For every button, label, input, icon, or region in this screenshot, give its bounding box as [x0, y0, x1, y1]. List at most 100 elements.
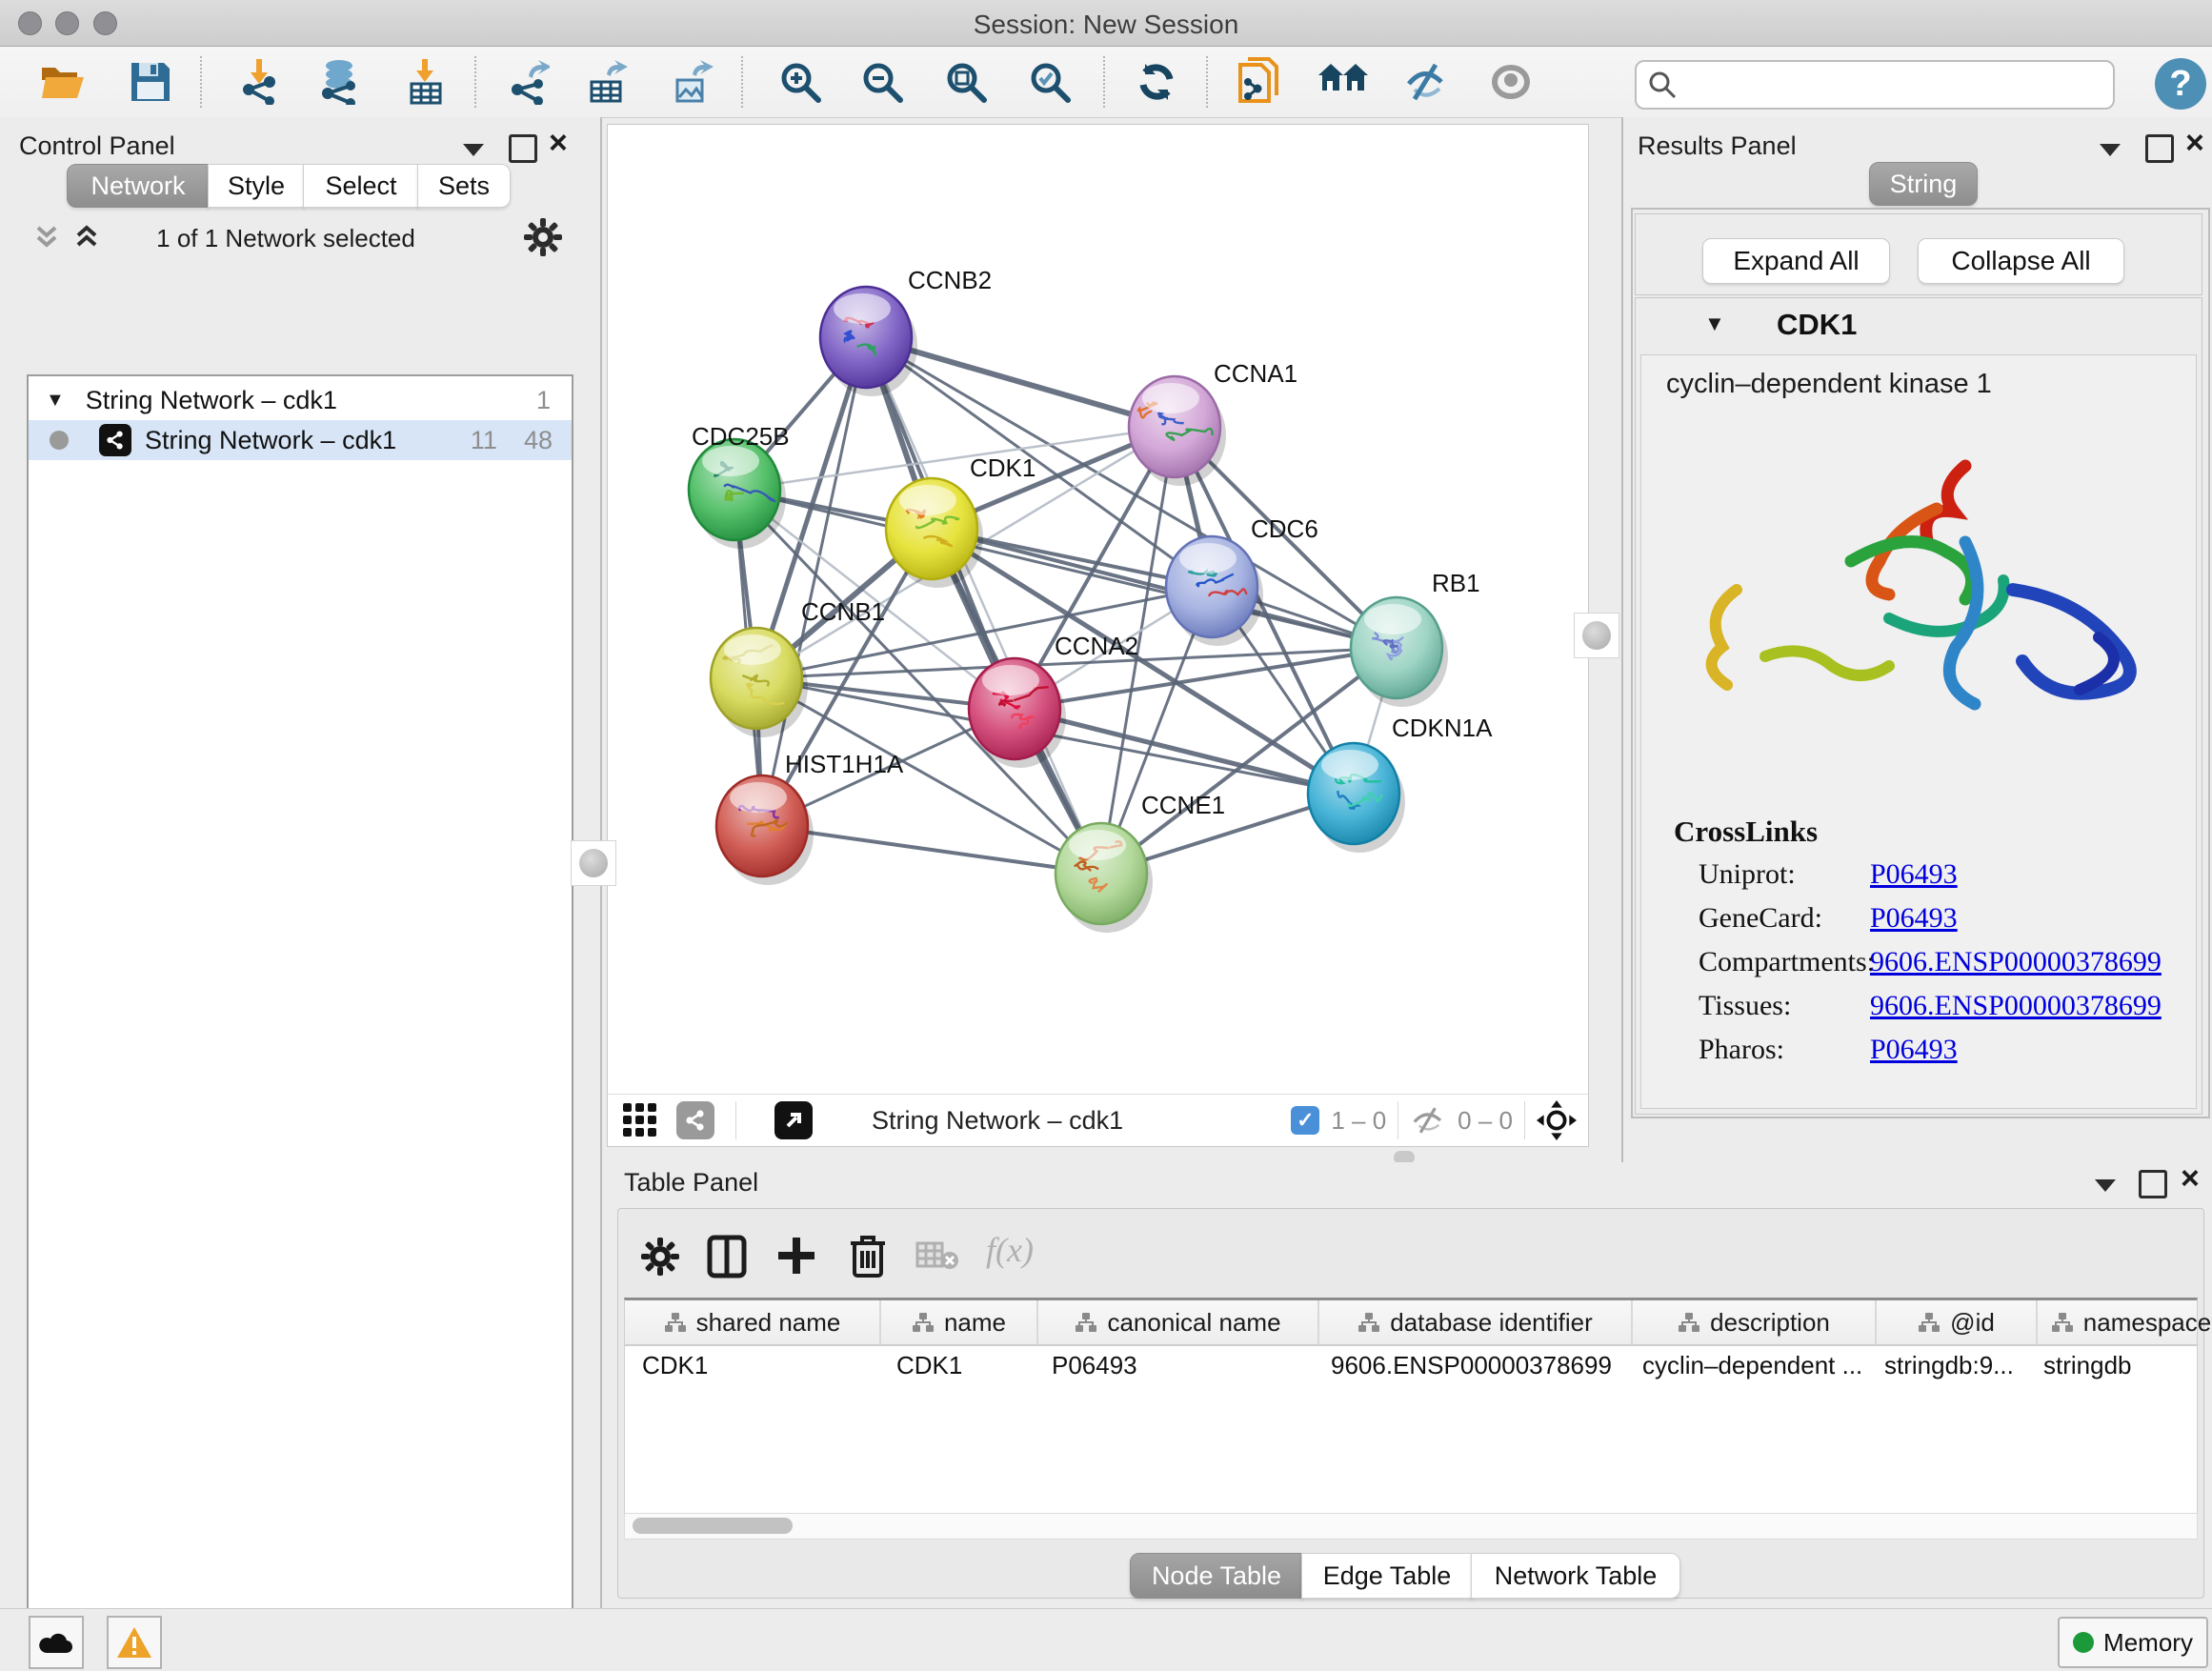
memory-button[interactable]: Memory — [2058, 1617, 2208, 1668]
column-header-database-identifier[interactable]: database identifier — [1319, 1300, 1633, 1344]
collapse-all-button[interactable]: Collapse All — [1918, 238, 2124, 284]
open-session-icon[interactable] — [38, 59, 88, 105]
tab-edge-table[interactable]: Edge Table — [1301, 1553, 1473, 1599]
network-node-hist1h1a[interactable]: HIST1H1A — [716, 750, 904, 885]
show-all-icon[interactable] — [1486, 59, 1536, 105]
scrollbar-thumb[interactable] — [633, 1518, 793, 1534]
network-node-rb1[interactable]: RB1 — [1351, 569, 1480, 707]
open-in-string-icon[interactable] — [1235, 59, 1284, 105]
export-network-icon[interactable] — [503, 59, 553, 105]
zoom-selected-icon[interactable] — [1025, 59, 1075, 105]
column-header-description[interactable]: description — [1633, 1300, 1877, 1344]
network-node-cdkn1a[interactable]: CDKN1A — [1308, 714, 1493, 853]
selected-checkbox-icon[interactable]: ✓ — [1291, 1106, 1319, 1135]
table-panel-maximize-icon[interactable] — [2139, 1170, 2167, 1198]
right-splitter-handle[interactable] — [1574, 613, 1619, 658]
table-cell[interactable]: cyclin–dependent ... — [1625, 1351, 1867, 1380]
grid-view-icon[interactable] — [621, 1101, 659, 1139]
network-node-cdc25b[interactable]: CDC25B — [689, 422, 790, 549]
zoom-in-icon[interactable] — [775, 59, 825, 105]
table-cell[interactable]: P06493 — [1035, 1351, 1314, 1380]
column-header-shared-name[interactable]: shared name — [625, 1300, 881, 1344]
column-header-namespace[interactable]: namespace — [2038, 1300, 2212, 1344]
show-columns-icon[interactable] — [706, 1234, 748, 1279]
tab-string[interactable]: String — [1869, 162, 1978, 206]
column-header--id[interactable]: @id — [1877, 1300, 2038, 1344]
hide-selected-icon[interactable] — [1402, 59, 1452, 105]
import-table-icon[interactable] — [400, 59, 450, 105]
network-node-ccnb2[interactable]: CCNB2 — [820, 266, 992, 396]
network-node-cdk1[interactable]: CDK1 — [886, 453, 1036, 588]
zoom-fit-icon[interactable] — [941, 59, 991, 105]
table-panel-float-icon[interactable] — [2093, 1178, 2118, 1193]
control-panel-close-icon[interactable]: × — [549, 125, 568, 162]
table-cell[interactable]: CDK1 — [879, 1351, 1035, 1380]
network-node-cdc6[interactable]: CDC6 — [1166, 514, 1318, 646]
column-header-canonical-name[interactable]: canonical name — [1038, 1300, 1319, 1344]
refresh-icon[interactable] — [1132, 59, 1181, 105]
delete-column-icon[interactable] — [849, 1232, 887, 1279]
zoom-out-icon[interactable] — [857, 59, 907, 105]
search-input[interactable] — [1686, 70, 2103, 101]
network-collection-row[interactable]: ▼ String Network – cdk1 1 — [29, 380, 572, 420]
help-icon[interactable]: ? — [2155, 58, 2206, 110]
results-panel-close-icon[interactable]: × — [2185, 125, 2204, 162]
crosslink-pharos-link[interactable]: P06493 — [1870, 1034, 1958, 1066]
import-network-icon[interactable] — [234, 59, 284, 105]
string-network-graph[interactable]: CCNB2CCNA1CDC25BCDK1CDC6RB1CCNB1CCNA2CDK… — [608, 125, 1588, 1095]
warnings-button[interactable] — [107, 1616, 162, 1669]
network-selected-status: 1 of 1 Network selected — [124, 224, 448, 253]
import-network-database-icon[interactable] — [314, 59, 364, 105]
table-options-gear-icon[interactable] — [639, 1236, 681, 1278]
crosslink-compartments-link[interactable]: 9606.ENSP00000378699 — [1870, 946, 2162, 978]
network-options-gear-icon[interactable] — [522, 216, 564, 258]
network-node-ccne1[interactable]: CCNE1 — [1056, 791, 1225, 933]
control-panel-float-icon[interactable] — [461, 142, 486, 157]
table-cell[interactable]: CDK1 — [625, 1351, 879, 1380]
home-icon[interactable] — [1318, 59, 1368, 105]
gene-disclosure-icon[interactable]: ▼ — [1704, 312, 1725, 336]
open-view-icon[interactable] — [774, 1101, 813, 1139]
tab-network[interactable]: Network — [67, 164, 210, 208]
table-cell[interactable]: stringdb — [2026, 1351, 2212, 1380]
table-cell[interactable]: stringdb:9... — [1867, 1351, 2026, 1380]
control-panel-maximize-icon[interactable] — [509, 134, 537, 163]
tab-sets[interactable]: Sets — [417, 164, 511, 208]
table-cell[interactable]: 9606.ENSP00000378699 — [1314, 1351, 1625, 1380]
column-type-icon — [912, 1312, 935, 1333]
left-splitter-handle[interactable] — [571, 840, 616, 886]
network-node-ccnb1[interactable]: CCNB1 — [711, 597, 885, 737]
network-view-canvas[interactable]: CCNB2CCNA1CDC25BCDK1CDC6RB1CCNB1CCNA2CDK… — [607, 124, 1589, 1096]
expand-all-button[interactable]: Expand All — [1702, 238, 1890, 284]
cloud-button[interactable] — [29, 1616, 84, 1669]
table-horizontal-scrollbar[interactable] — [624, 1513, 2198, 1540]
crosslink-tissues-link[interactable]: 9606.ENSP00000378699 — [1870, 990, 2162, 1022]
network-share-icon[interactable] — [676, 1101, 714, 1139]
search-field[interactable] — [1635, 60, 2115, 110]
footer-separator — [1524, 1101, 1525, 1139]
crosslink-uniprot-link[interactable]: P06493 — [1870, 858, 1958, 891]
expand-tree-icon[interactable] — [32, 222, 61, 251]
network-row[interactable]: String Network – cdk1 11 48 — [29, 420, 572, 460]
export-image-icon[interactable] — [667, 59, 716, 105]
network-edge[interactable] — [866, 337, 1101, 874]
tab-node-table[interactable]: Node Table — [1130, 1553, 1303, 1599]
tab-network-table[interactable]: Network Table — [1471, 1553, 1680, 1599]
column-header-name[interactable]: name — [881, 1300, 1038, 1344]
network-node-ccna1[interactable]: CCNA1 — [1129, 359, 1297, 486]
table-panel-close-icon[interactable]: × — [2181, 1160, 2200, 1198]
crosslink-genecard-link[interactable]: P06493 — [1870, 902, 1958, 935]
tab-select[interactable]: Select — [303, 164, 419, 208]
export-table-icon[interactable] — [583, 59, 633, 105]
add-column-icon[interactable] — [774, 1234, 818, 1278]
table-row[interactable]: CDK1CDK1P064939606.ENSP00000378699cyclin… — [625, 1346, 2197, 1384]
save-session-icon[interactable] — [126, 59, 175, 105]
collapse-tree-icon[interactable] — [72, 222, 101, 251]
tab-style[interactable]: Style — [208, 164, 305, 208]
node-label: CDC25B — [692, 422, 790, 451]
results-panel-maximize-icon[interactable] — [2145, 134, 2174, 163]
disclosure-triangle-icon[interactable]: ▼ — [46, 390, 65, 412]
results-panel-float-icon[interactable] — [2098, 142, 2122, 157]
delete-table-icon — [915, 1239, 959, 1272]
fit-content-crosshair-icon[interactable] — [1537, 1100, 1577, 1140]
